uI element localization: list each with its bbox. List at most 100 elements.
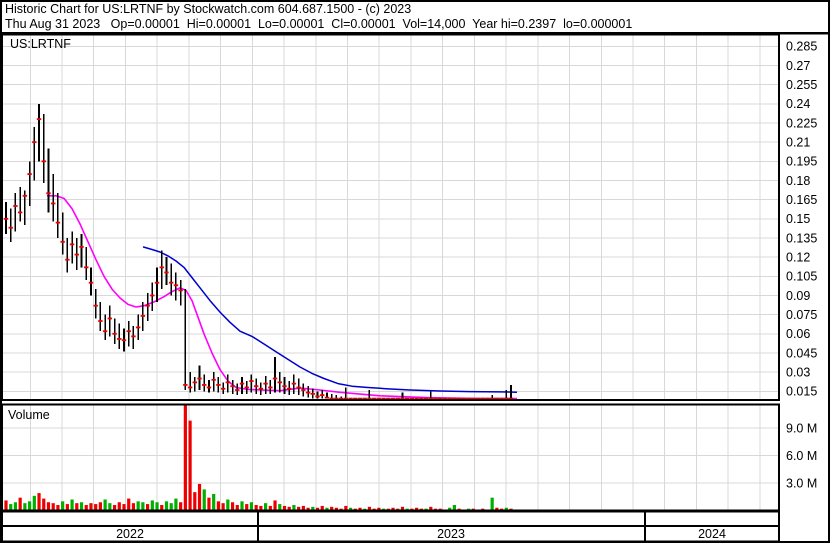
candle-close-tick	[216, 384, 221, 386]
price-axis-tick-label: 0.075	[786, 308, 817, 322]
x-axis-year-2022: 2022	[116, 527, 144, 541]
volume-bar	[193, 492, 197, 511]
quote-summary-line: Thu Aug 31 2023 Op=0.00001 Hi=0.00001 Lo…	[5, 17, 632, 31]
candle-close-tick	[93, 304, 98, 307]
price-axis-tick-label: 0.105	[786, 270, 817, 284]
candle-close-tick	[102, 330, 108, 333]
volume-bar	[221, 503, 225, 511]
volume-bar	[13, 502, 18, 511]
volume-bar	[202, 489, 206, 511]
candle-close-tick	[277, 381, 282, 384]
volume-bar	[89, 503, 93, 511]
candle-close-tick	[220, 387, 226, 390]
candle-close-tick	[46, 192, 51, 195]
volume-bar	[51, 503, 55, 511]
volume-bar	[490, 497, 494, 511]
candle-close-tick	[8, 226, 13, 229]
candle-close-tick	[41, 160, 46, 163]
candle-close-tick	[140, 315, 146, 317]
volume-bar	[28, 501, 32, 511]
candle-close-tick	[150, 294, 155, 297]
price-axis-tick-label: 0.165	[786, 193, 817, 207]
volume-bar	[46, 502, 51, 511]
volume-bar	[75, 503, 79, 511]
candle-close-tick	[287, 387, 292, 390]
candle-close-tick	[69, 243, 75, 246]
candle-close-tick	[145, 304, 150, 307]
price-axis-tick-label: 0.285	[786, 40, 817, 54]
candle-close-tick	[173, 284, 179, 287]
candle-close-tick	[272, 377, 278, 380]
volume-axis-tick-label: 6.0 M	[786, 449, 817, 463]
candle-close-tick	[235, 389, 240, 391]
candle-close-tick	[310, 392, 315, 395]
candle-close-tick	[324, 396, 330, 399]
stockwatch-chart-window: 0.285 0.27 0.255 0.24 0.225 0.21 0.195 0.18 0.16…	[0, 0, 830, 543]
candle-close-tick	[135, 326, 141, 329]
candle-close-tick	[126, 330, 131, 333]
volume-bar	[240, 501, 244, 511]
volume-bar	[37, 493, 41, 511]
candle-close-tick	[74, 253, 79, 256]
volume-bar	[226, 499, 230, 511]
candle-close-tick	[13, 205, 18, 207]
candle-close-tick	[121, 339, 127, 342]
candle-close-tick	[301, 389, 306, 391]
candle-close-tick	[117, 338, 122, 340]
price-axis-tick-label: 0.09	[786, 289, 810, 303]
candle-close-tick	[17, 211, 23, 214]
candle-close-tick	[305, 391, 311, 394]
candle-close-tick	[178, 289, 183, 292]
price-axis-tick-label: 0.255	[786, 78, 817, 92]
volume-bar	[169, 503, 173, 511]
candle-close-tick	[131, 335, 136, 338]
volume-bar	[32, 495, 36, 511]
volume-bar	[197, 483, 202, 511]
candle-close-tick	[296, 386, 301, 389]
candle-close-tick	[159, 266, 164, 269]
candle-close-tick	[154, 281, 160, 284]
volume-bar	[174, 498, 178, 511]
candle-close-tick	[164, 271, 169, 274]
candle-close-tick	[65, 258, 70, 261]
candle-close-tick	[51, 202, 56, 205]
candle-close-tick	[291, 382, 297, 385]
candle-close-tick	[55, 221, 61, 224]
price-axis-tick-label: 0.06	[786, 327, 810, 341]
volume-bar	[264, 503, 268, 511]
candle-close-tick	[88, 281, 94, 284]
volume-bar	[23, 503, 27, 511]
moving-average-fast-line	[47, 195, 517, 400]
candle-close-tick	[27, 173, 32, 175]
volume-bar	[155, 502, 159, 511]
volume-bar	[127, 498, 131, 511]
volume-bar	[150, 500, 154, 511]
volume-bar	[79, 502, 84, 511]
volume-bar	[179, 502, 183, 511]
volume-bar	[117, 502, 121, 511]
price-axis-tick-label: 0.135	[786, 231, 817, 245]
candle-close-tick	[79, 246, 84, 248]
candle-close-tick	[3, 217, 9, 220]
candle-close-tick	[112, 332, 117, 335]
price-axis-tick-label: 0.195	[786, 155, 817, 169]
volume-bar	[273, 500, 277, 511]
price-axis-tick-label: 0.045	[786, 346, 817, 360]
volume-bar	[131, 503, 136, 511]
candle-close-tick	[315, 395, 320, 398]
candle-close-tick	[225, 381, 231, 384]
price-axis-tick-label: 0.225	[786, 116, 817, 130]
candle-close-tick	[187, 386, 193, 389]
volume-bar	[4, 500, 8, 511]
price-axis-tick-label: 0.18	[786, 174, 810, 188]
volume-bar	[61, 501, 65, 511]
price-axis-tick-label: 0.15	[786, 212, 810, 226]
candle-close-tick	[183, 384, 188, 386]
x-axis-year-2023: 2023	[437, 527, 465, 541]
volume-panel-border	[1, 403, 780, 512]
candle-close-tick	[32, 141, 37, 144]
candle-close-tick	[36, 118, 42, 121]
candle-close-tick	[84, 266, 89, 269]
x-axis-year-2024: 2024	[698, 527, 726, 541]
volume-bar	[164, 501, 169, 511]
